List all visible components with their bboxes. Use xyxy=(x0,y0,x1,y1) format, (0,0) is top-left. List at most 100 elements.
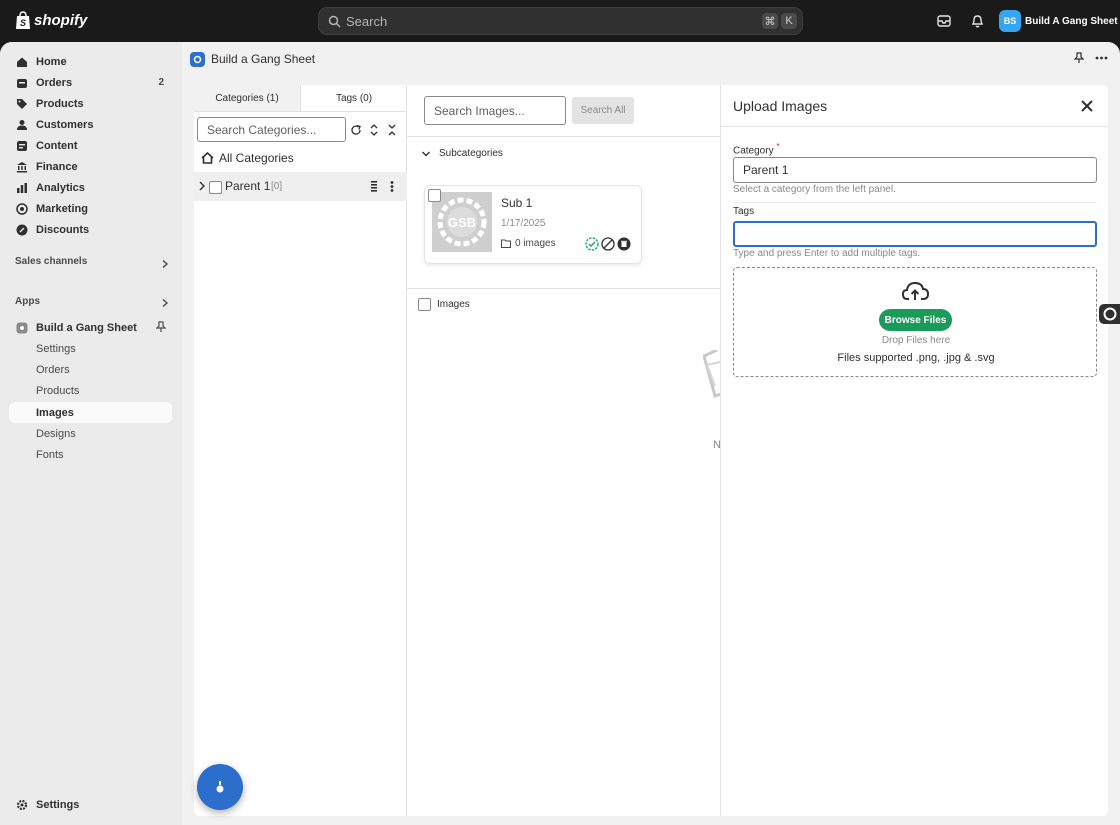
disable-icon[interactable] xyxy=(601,237,615,251)
browse-files-button[interactable]: Browse Files xyxy=(879,309,952,331)
discount-icon xyxy=(15,223,29,237)
file-dropzone[interactable]: Browse Files Drop Files here Files suppo… xyxy=(733,267,1097,377)
cloud-upload-icon xyxy=(902,281,929,300)
app-header: Build a Gang Sheet xyxy=(190,49,315,69)
divider xyxy=(407,136,720,137)
app-logo-icon xyxy=(190,51,205,67)
category-checkbox[interactable] xyxy=(209,181,222,194)
top-bar: S shopify Search ⌘ K BS Build A Gang She… xyxy=(0,0,1120,42)
svg-text:S: S xyxy=(20,18,26,28)
side-panel-toggle[interactable] xyxy=(1099,304,1120,324)
supported-files-text: Files supported .png, .jpg & .svg xyxy=(837,352,995,364)
more-vertical-icon[interactable] xyxy=(390,181,394,192)
image-search-input[interactable] xyxy=(424,96,566,125)
category-tabs: Categories (1) Tags (0) xyxy=(194,85,407,112)
sidebar-item-settings[interactable]: Settings xyxy=(9,794,172,815)
images-select-all[interactable]: Images xyxy=(418,298,470,311)
chart-icon xyxy=(15,181,29,195)
sales-channels-heading[interactable]: Sales channels xyxy=(15,256,87,267)
subcategory-checkbox[interactable] xyxy=(428,189,441,202)
sidebar-item-home[interactable]: Home xyxy=(9,51,172,72)
bell-icon[interactable] xyxy=(968,12,986,30)
category-search-input[interactable] xyxy=(197,117,346,142)
target-icon xyxy=(15,202,29,216)
check-circle-icon[interactable] xyxy=(585,237,599,251)
tag-icon xyxy=(15,97,29,111)
chevron-right-icon[interactable] xyxy=(160,298,170,308)
sidebar-item-analytics[interactable]: Analytics xyxy=(9,177,172,198)
sidebar-item-customers[interactable]: Customers xyxy=(9,114,172,135)
store-menu[interactable]: BS Build A Gang Sheet xyxy=(999,10,1118,32)
sidebar-sub-settings[interactable]: Settings xyxy=(9,338,172,359)
required-mark: * xyxy=(776,141,780,151)
floating-chat-button[interactable] xyxy=(197,764,243,810)
delete-icon[interactable] xyxy=(617,237,631,251)
sidebar-sub-images[interactable]: Images xyxy=(9,402,172,423)
sidebar-label: Marketing xyxy=(36,202,88,215)
tags-input[interactable] xyxy=(733,221,1097,247)
tab-tags[interactable]: Tags (0) xyxy=(301,85,407,111)
all-categories-item[interactable]: All Categories xyxy=(201,151,294,165)
global-search[interactable]: Search ⌘ K xyxy=(318,7,803,35)
images-checkbox[interactable] xyxy=(418,298,431,311)
pin-icon[interactable] xyxy=(156,321,166,333)
sidebar-sub-products[interactable]: Products xyxy=(9,380,172,401)
sidebar-sub-fonts[interactable]: Fonts xyxy=(9,444,172,465)
category-field[interactable] xyxy=(733,157,1097,183)
card-actions xyxy=(585,237,631,251)
subcategory-image-count: 0 images xyxy=(501,238,556,249)
subcategory-date: 1/17/2025 xyxy=(501,218,546,229)
upload-title: Upload Images xyxy=(733,98,828,114)
sidebar-sub-designs[interactable]: Designs xyxy=(9,423,172,444)
sidebar-label: Analytics xyxy=(36,181,85,194)
pin-icon[interactable] xyxy=(1071,50,1087,66)
sidebar-label: Orders xyxy=(36,76,73,89)
search-icon xyxy=(328,15,341,28)
admin-frame: Home Orders 2 Products Customers Content… xyxy=(0,42,1120,825)
image-count-label: 0 images xyxy=(515,238,556,249)
sidebar-sub-orders[interactable]: Orders xyxy=(9,359,172,380)
gsb-logo-icon: GSB xyxy=(437,197,487,247)
search-all-button[interactable]: Search All xyxy=(572,97,634,124)
upload-panel: Upload Images Category * Select a catego… xyxy=(720,85,1109,816)
circle-icon xyxy=(1103,307,1116,321)
tab-categories[interactable]: Categories (1) xyxy=(194,85,301,111)
sidebar-item-marketing[interactable]: Marketing xyxy=(9,198,172,219)
sidebar-label: Customers xyxy=(36,118,94,131)
subcategory-card[interactable]: GSB Sub 1 1/17/2025 0 images xyxy=(424,185,642,264)
expand-icon[interactable] xyxy=(367,123,381,137)
category-label-wrap: Category * xyxy=(733,141,780,156)
sidebar-label: Finance xyxy=(36,160,78,173)
sidebar-item-discounts[interactable]: Discounts xyxy=(9,219,172,240)
inbox-icon[interactable] xyxy=(935,12,953,30)
apps-heading[interactable]: Apps xyxy=(15,296,40,307)
tags-label: Tags xyxy=(733,206,755,217)
collapse-icon[interactable] xyxy=(385,123,399,137)
shopify-logo[interactable]: S shopify xyxy=(15,11,87,30)
chevron-right-icon[interactable] xyxy=(198,181,206,191)
drop-files-text: Drop Files here xyxy=(881,335,951,346)
sidebar-label: Products xyxy=(36,97,84,110)
sidebar-item-finance[interactable]: Finance xyxy=(9,156,172,177)
sidebar-item-orders[interactable]: Orders 2 xyxy=(9,72,172,93)
sidebar-item-app[interactable]: Build a Gang Sheet xyxy=(9,317,172,338)
subcategories-toggle[interactable]: Subcategories xyxy=(421,148,503,159)
category-tree-row[interactable]: Parent 1 [0] xyxy=(194,172,407,201)
drag-handle-icon[interactable] xyxy=(371,181,377,192)
more-icon[interactable] xyxy=(1093,50,1109,66)
person-icon xyxy=(15,118,29,132)
home-icon xyxy=(15,55,29,69)
category-label: Category xyxy=(733,145,774,157)
search-placeholder: Search xyxy=(346,13,388,29)
divider xyxy=(721,126,1109,127)
content-icon xyxy=(15,139,29,153)
close-icon[interactable] xyxy=(1080,99,1094,113)
sidebar-item-products[interactable]: Products xyxy=(9,93,172,114)
chevron-right-icon[interactable] xyxy=(160,259,170,269)
sidebar-item-content[interactable]: Content xyxy=(9,135,172,156)
orders-count-badge: 2 xyxy=(158,77,164,88)
refresh-icon[interactable] xyxy=(349,123,363,137)
category-count: [0] xyxy=(271,181,283,192)
app-icon xyxy=(15,321,29,335)
folder-icon xyxy=(501,239,511,248)
